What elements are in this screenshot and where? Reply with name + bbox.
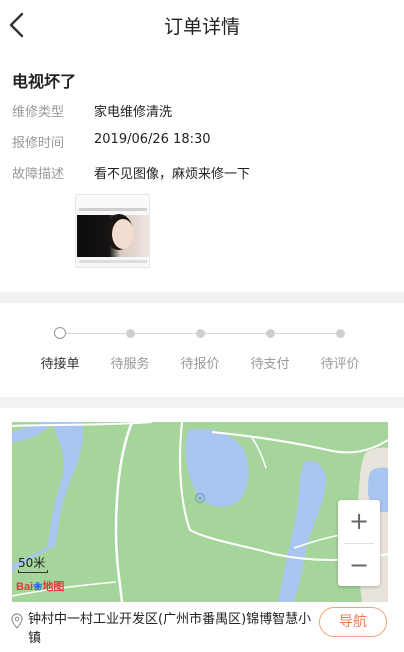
fault-desc-row: 故障描述 看不见图像，麻烦来修一下 (12, 161, 392, 183)
repair-type-value: 家电维修清洗 (94, 105, 173, 120)
order-progress: 待接单 待服务 待报价 待支付 待评价 (0, 317, 404, 397)
location-map[interactable]: + − 50米 Bai❀地图 (12, 422, 388, 602)
step-dot (336, 329, 345, 338)
baidu-logo-text: Bai (16, 581, 34, 593)
baidu-logo-suffix: 地图 (42, 581, 65, 593)
section-divider (0, 292, 404, 303)
thumbnail-text-line (79, 208, 147, 211)
zoom-out-button[interactable]: − (338, 544, 380, 587)
report-time-row: 报修时间 2019/06/26 18:30 (12, 130, 392, 152)
order-title: 电视坏了 (12, 72, 77, 91)
thumbnail-footer-line (79, 260, 147, 263)
step-dot-current (54, 327, 66, 339)
step-label-pending-review: 待评价 (320, 357, 360, 372)
fault-desc-value: 看不见图像，麻烦来修一下 (94, 167, 251, 182)
navigate-button[interactable]: 导航 (319, 607, 387, 637)
step-dot (196, 329, 205, 338)
address-text: 钟村中一村工业开发区(广州市番禺区)锦博智慧小镇 (28, 612, 312, 646)
report-time-label: 报修时间 (12, 136, 65, 151)
fault-photo-thumbnail[interactable] (75, 194, 150, 268)
step-dot (266, 329, 275, 338)
paw-icon: ❀ (33, 581, 43, 593)
step-label-pending-service: 待服务 (110, 357, 150, 372)
baidu-map-logo: Bai❀地图 (16, 578, 64, 594)
repair-type-row: 维修类型 家电维修清洗 (12, 99, 392, 121)
step-dot (126, 329, 135, 338)
address: 钟村中一村工业开发区(广州市番禺区)锦博智慧小镇 (10, 610, 320, 648)
step-label-pending-quote: 待报价 (180, 357, 220, 372)
step-label-pending-payment: 待支付 (250, 357, 290, 372)
header: 订单详情 (0, 0, 404, 50)
map-zoom-control: + − (338, 500, 380, 586)
report-time-value: 2019/06/26 18:30 (94, 132, 211, 147)
location-pin-icon (11, 613, 23, 629)
zoom-in-button[interactable]: + (338, 500, 380, 543)
step-label-pending-accept: 待接单 (40, 357, 80, 372)
page-title: 订单详情 (163, 16, 240, 38)
section-divider (0, 397, 404, 408)
fault-desc-label: 故障描述 (12, 167, 65, 182)
thumbnail-header (76, 195, 149, 209)
map-scale-bar (18, 570, 48, 573)
map-canvas (12, 422, 388, 602)
repair-type-label: 维修类型 (12, 105, 65, 120)
map-scale-label: 50米 (18, 556, 46, 570)
thumbnail-face (112, 219, 134, 249)
